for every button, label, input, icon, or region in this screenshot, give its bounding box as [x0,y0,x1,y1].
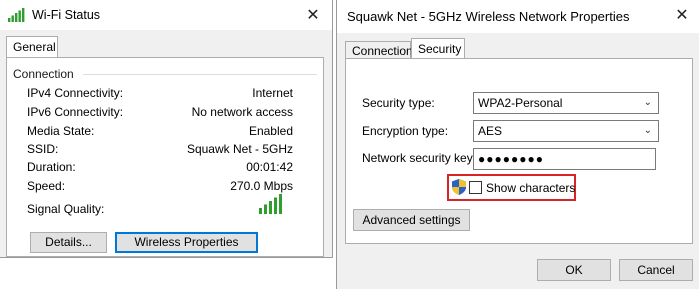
info-value: 00:01:42 [246,160,293,174]
signal-bars-icon [8,8,26,22]
info-value: Internet [252,86,293,100]
info-label: Media State: [27,124,95,138]
wireless-properties-button[interactable]: Wireless Properties [115,232,258,253]
info-label: SSID: [27,142,59,156]
tab-label: General [13,40,56,54]
info-label: Speed: [27,179,66,193]
wifi-status-window: Wi-Fi Status ✕ General Connection IPv4 C… [0,0,333,258]
info-row: Speed: 270.0 Mbps [27,179,293,197]
info-value: No network access [191,105,293,119]
info-row: Media State: Enabled [27,124,293,142]
close-icon[interactable]: ✕ [298,0,328,30]
info-value: Enabled [248,124,293,138]
signal-strength-icon [259,194,283,214]
ok-button[interactable]: OK [537,259,611,281]
uac-shield-icon [452,179,466,198]
properties-titlebar: Squawk Net - 5GHz Wireless Network Prope… [337,0,699,33]
select-value: WPA2-Personal [478,96,563,110]
encryption-type-label: Encryption type: [362,124,449,138]
info-label: Duration: [27,160,76,174]
show-characters-checkbox[interactable] [469,181,482,194]
chevron-down-icon: ⌄ [643,97,652,108]
tab-general[interactable]: General [6,36,58,58]
advanced-settings-button[interactable]: Advanced settings [353,209,470,231]
signal-quality-label: Signal Quality: [27,202,105,216]
chevron-down-icon: ⌄ [643,125,652,136]
show-characters-label[interactable]: Show characters [486,181,575,195]
security-type-select[interactable]: WPA2-Personal ⌄ [473,92,659,114]
cancel-button[interactable]: Cancel [619,259,693,281]
info-label: IPv4 Connectivity: [27,86,124,100]
info-row: Duration: 00:01:42 [27,160,293,178]
details-button[interactable]: Details... [30,232,107,253]
tab-label: Security [418,42,462,56]
group-divider [83,74,317,75]
network-security-key-label: Network security key [362,151,473,165]
group-title: Connection [13,67,74,81]
window-title: Wi-Fi Status [32,8,101,22]
info-row: IPv4 Connectivity: Internet [27,86,293,104]
general-panel: Connection IPv4 Connectivity: Internet I… [6,57,324,257]
show-characters-highlight: Show characters [447,174,576,201]
tab-security[interactable]: Security [411,38,465,60]
wifi-status-titlebar: Wi-Fi Status ✕ [0,0,332,30]
select-value: AES [478,124,503,138]
info-value: Squawk Net - 5GHz [186,142,293,156]
window-title: Squawk Net - 5GHz Wireless Network Prope… [347,9,630,24]
security-type-label: Security type: [362,96,435,110]
info-row: SSID: Squawk Net - 5GHz [27,142,293,160]
encryption-type-select[interactable]: AES ⌄ [473,120,659,142]
info-row: IPv6 Connectivity: No network access [27,105,293,123]
tab-label: Connection [352,44,413,58]
close-icon[interactable]: ✕ [667,0,697,30]
wireless-properties-window: Squawk Net - 5GHz Wireless Network Prope… [336,0,699,289]
network-security-key-input[interactable]: ●●●●●●●● [473,148,656,170]
info-label: IPv6 Connectivity: [27,105,124,119]
